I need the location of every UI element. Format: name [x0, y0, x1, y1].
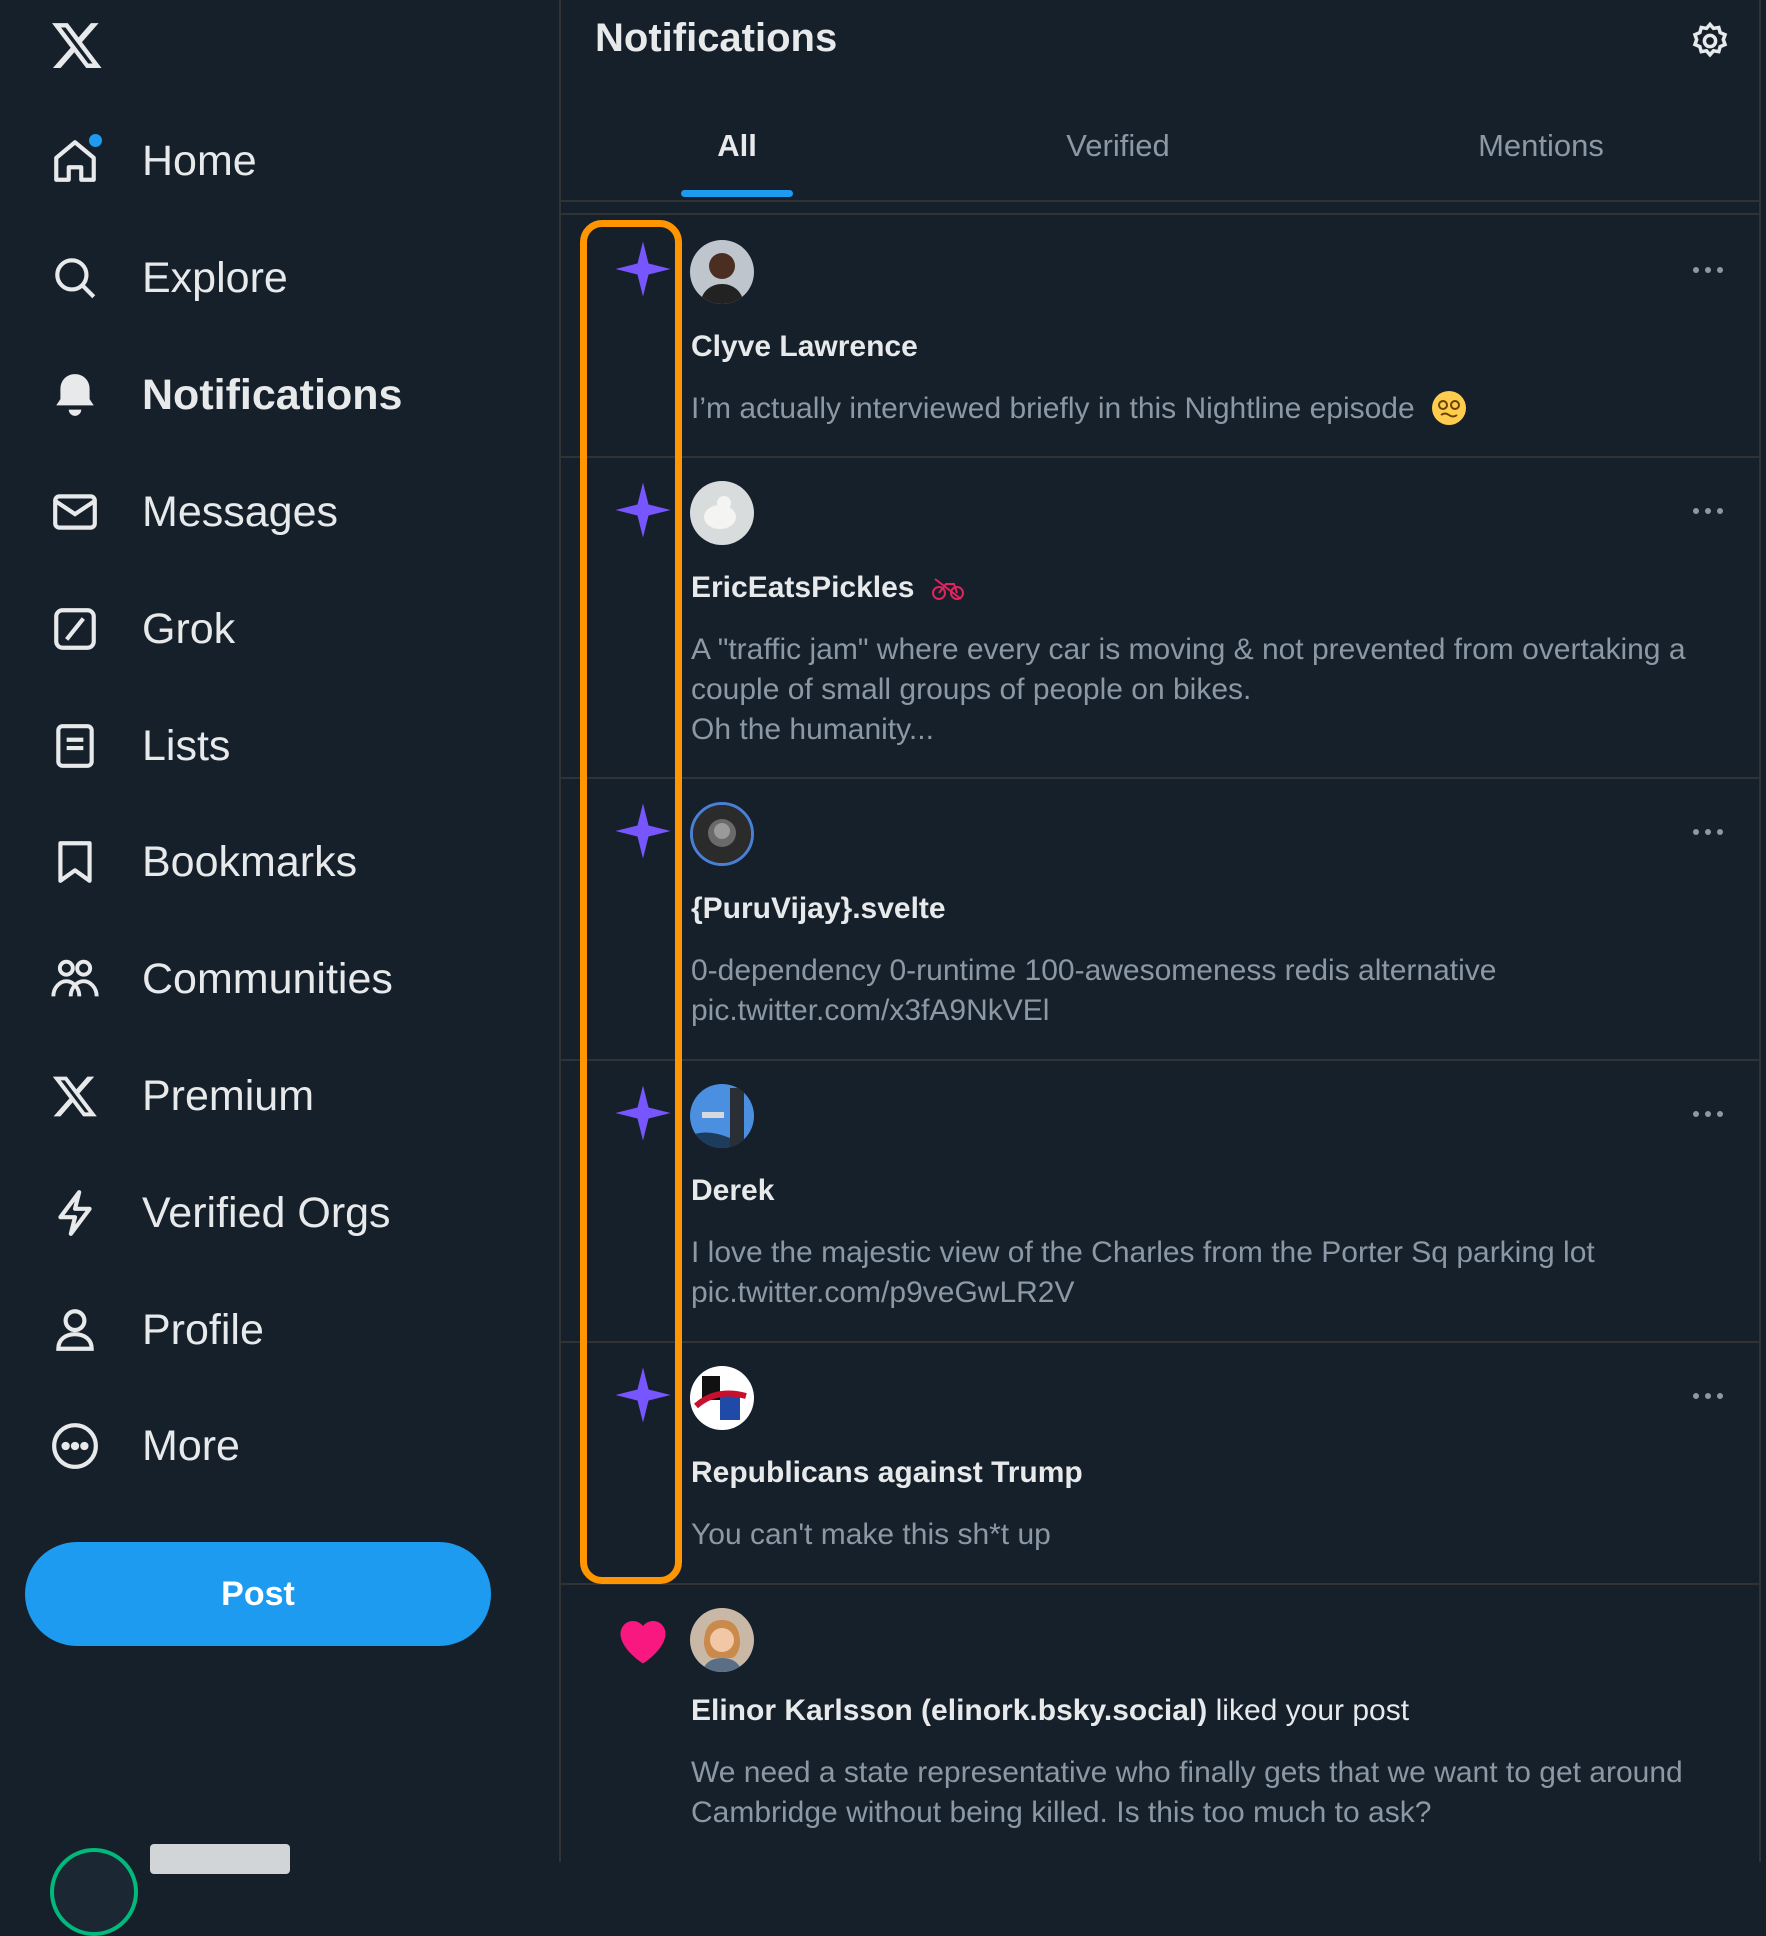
dizzy-face-emoji	[1432, 391, 1467, 425]
communities-icon	[48, 952, 102, 1006]
notification-text: I’m actually interviewed briefly in this…	[691, 389, 1731, 429]
more-options-icon[interactable]	[1687, 1385, 1729, 1407]
sidebar-item-label: Lists	[142, 721, 231, 770]
sidebar-item-label: Bookmarks	[142, 837, 358, 886]
x-logo-icon	[48, 1069, 102, 1123]
sparkle-icon	[615, 1085, 671, 1141]
sidebar-item-label: More	[142, 1421, 240, 1470]
person-icon	[48, 1303, 102, 1357]
notification-author[interactable]: Republicans against Trump	[691, 1456, 1083, 1490]
notification-item[interactable]: EricEatsPickles A "traffic jam" where ev…	[561, 456, 1759, 779]
more-options-icon[interactable]	[1687, 500, 1729, 522]
gear-icon[interactable]	[1689, 20, 1731, 62]
sidebar-item-bookmarks[interactable]: Bookmarks	[48, 822, 357, 902]
notification-item[interactable]: Elinor Karlsson (elinork.bsky.social) li…	[561, 1583, 1759, 1883]
sidebar-item-more[interactable]: More	[48, 1406, 240, 1486]
notification-author[interactable]: Derek	[691, 1174, 774, 1208]
tab-label: Verified	[1066, 128, 1170, 163]
notification-text: A "traffic jam" where every car is movin…	[691, 633, 1686, 746]
tab-label: Mentions	[1478, 128, 1604, 163]
sidebar-item-grok[interactable]: Grok	[48, 589, 235, 669]
avatar[interactable]	[690, 1366, 754, 1430]
notification-author[interactable]: EricEatsPickles	[691, 571, 915, 604]
tab-verified[interactable]: Verified	[913, 100, 1323, 200]
envelope-icon	[48, 485, 102, 539]
notification-author[interactable]: {PuruVijay}.svelte	[691, 892, 946, 926]
more-options-icon[interactable]	[1687, 259, 1729, 281]
sidebar-item-premium[interactable]: Premium	[48, 1056, 314, 1136]
sidebar-item-label: Notifications	[142, 370, 403, 419]
sidebar: Home Explore Notifications Messages Grok…	[0, 0, 559, 1936]
sparkle-icon	[615, 803, 671, 859]
sidebar-item-profile[interactable]: Profile	[48, 1290, 264, 1370]
notification-author-row: Elinor Karlsson (elinork.bsky.social) li…	[691, 1694, 1409, 1728]
avatar[interactable]	[690, 802, 754, 866]
sidebar-item-label: Communities	[142, 954, 393, 1003]
more-options-icon[interactable]	[1687, 821, 1729, 843]
sidebar-item-communities[interactable]: Communities	[48, 939, 393, 1019]
list-icon	[48, 719, 102, 773]
notification-item[interactable]: Republicans against Trump You can't make…	[561, 1341, 1759, 1585]
tab-bar: All Verified Mentions	[561, 100, 1759, 202]
bookmark-icon	[48, 835, 102, 889]
notification-text: I love the majestic view of the Charles …	[691, 1236, 1595, 1309]
account-avatar[interactable]	[50, 1848, 138, 1936]
active-tab-indicator	[681, 190, 793, 197]
sidebar-item-label: Premium	[142, 1071, 315, 1120]
sparkle-icon	[615, 241, 671, 297]
tab-all[interactable]: All	[561, 100, 913, 200]
heart-icon	[620, 1621, 666, 1664]
sidebar-item-explore[interactable]: Explore	[48, 238, 288, 318]
sidebar-item-label: Explore	[142, 253, 288, 302]
sidebar-item-label: Home	[142, 136, 257, 185]
home-icon	[48, 134, 102, 188]
sidebar-item-verified-orgs[interactable]: Verified Orgs	[48, 1173, 391, 1253]
notification-text: You can't make this sh*t up	[691, 1518, 1051, 1551]
notification-item[interactable]: Derek I love the majestic view of the Ch…	[561, 1059, 1759, 1343]
account-name[interactable]	[150, 1844, 290, 1874]
notifications-column: Notifications All Verified Mentions Clyv…	[559, 0, 1761, 1862]
unread-dot	[89, 134, 102, 147]
sidebar-item-lists[interactable]: Lists	[48, 706, 230, 786]
sidebar-item-label: Verified Orgs	[142, 1188, 391, 1237]
sparkle-icon	[615, 1367, 671, 1423]
sidebar-item-label: Profile	[142, 1305, 264, 1354]
notification-text: 0-dependency 0-runtime 100-awesomeness r…	[691, 954, 1497, 1027]
notification-item[interactable]: Clyve Lawrence I’m actually interviewed …	[561, 215, 1759, 458]
no-bikes-emoji	[931, 578, 964, 600]
sidebar-item-label: Messages	[142, 487, 338, 536]
x-logo-icon[interactable]	[48, 18, 106, 72]
lightning-icon	[48, 1186, 102, 1240]
post-button[interactable]: Post	[25, 1542, 491, 1646]
sidebar-item-home[interactable]: Home	[48, 121, 257, 201]
sidebar-item-notifications[interactable]: Notifications	[48, 355, 402, 435]
more-options-icon[interactable]	[1687, 1103, 1729, 1125]
search-icon	[48, 251, 102, 305]
notification-author[interactable]: Clyve Lawrence	[691, 330, 918, 364]
sparkle-icon	[615, 482, 671, 538]
avatar[interactable]	[690, 481, 754, 545]
sidebar-item-label: Grok	[142, 604, 236, 653]
notification-author-row: EricEatsPickles	[691, 571, 965, 605]
page-title: Notifications	[595, 16, 838, 60]
tab-mentions[interactable]: Mentions	[1323, 100, 1759, 200]
sidebar-item-messages[interactable]: Messages	[48, 472, 338, 552]
notification-item[interactable]: {PuruVijay}.svelte 0-dependency 0-runtim…	[561, 777, 1759, 1061]
grok-icon	[48, 602, 102, 656]
avatar[interactable]	[690, 1084, 754, 1148]
more-circle-icon	[48, 1419, 102, 1473]
avatar[interactable]	[690, 240, 754, 304]
notification-action: liked your post	[1215, 1694, 1410, 1727]
bell-icon	[48, 368, 102, 422]
avatar[interactable]	[690, 1608, 754, 1672]
notification-text: We need a state representative who final…	[691, 1756, 1683, 1829]
notification-author[interactable]: Elinor Karlsson (elinork.bsky.social)	[691, 1694, 1207, 1727]
notification-text-content: I’m actually interviewed briefly in this…	[691, 392, 1415, 425]
